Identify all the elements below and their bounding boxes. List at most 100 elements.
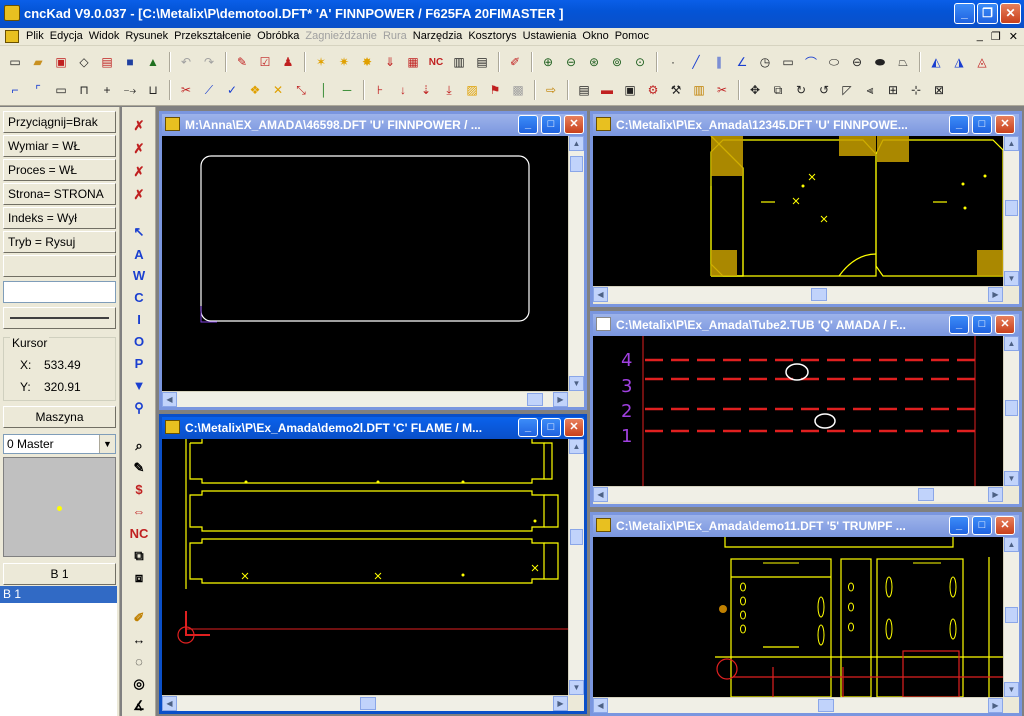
menu-okno[interactable]: Okno (582, 30, 614, 42)
scroll-thumb[interactable] (1005, 607, 1018, 623)
ellipse-icon[interactable]: ⬭ (823, 51, 845, 73)
sheet-button[interactable]: B 1 (3, 563, 116, 585)
layers-icon[interactable]: ▬ (596, 79, 618, 101)
nc-icon[interactable]: NC (425, 51, 447, 73)
zoom-out-icon[interactable]: ⊖ (560, 51, 582, 73)
auto-index-icon[interactable]: ⇓ (379, 51, 401, 73)
swap-icon[interactable]: ⇔ (128, 503, 150, 521)
nest-icon[interactable]: ▦ (402, 51, 424, 73)
zoom-all-icon[interactable]: ⊚ (606, 51, 628, 73)
scroll-thumb[interactable] (570, 529, 583, 545)
frame-icon[interactable]: ⊓ (73, 79, 95, 101)
machine-button[interactable]: Maszyna (3, 406, 116, 428)
child-minimize-button[interactable]: _ (949, 315, 969, 334)
report-icon[interactable]: ▥ (448, 51, 470, 73)
child-window-demo2l[interactable]: C:\Metalix\P\Ex_Amada\demo2l.DFT 'C' FLA… (159, 414, 587, 714)
print-icon[interactable]: ▲ (142, 51, 164, 73)
rotate-ccw-icon[interactable]: ↺ (813, 79, 835, 101)
move-icon[interactable]: ✥ (744, 79, 766, 101)
undo-icon[interactable]: ↶ (175, 51, 197, 73)
clock-icon[interactable]: ◷ (754, 51, 776, 73)
scroll-up-arrow[interactable]: ▲ (569, 136, 584, 151)
child-close-button[interactable]: ✕ (564, 418, 584, 437)
menu-edycja[interactable]: Edycja (50, 30, 89, 42)
mode-button[interactable]: Tryb = Rysuj (3, 231, 116, 253)
paste-tool-icon[interactable]: ⧈ (128, 569, 150, 587)
slot-icon[interactable]: ⬬ (869, 51, 891, 73)
drawing-canvas[interactable] (593, 136, 1003, 286)
vertical-line-icon[interactable]: │ (313, 79, 335, 101)
drawing-canvas[interactable] (593, 537, 1003, 697)
vertical-scrollbar[interactable]: ▲ ▼ (1003, 336, 1019, 486)
export-arrow-icon[interactable]: ⇨ (540, 79, 562, 101)
import-icon[interactable]: ◇ (73, 51, 95, 73)
mirror-axis-icon[interactable]: ⫷ (859, 79, 881, 101)
machine-select[interactable]: 0 Master ▼ (3, 434, 116, 454)
scroll-right-arrow[interactable]: ▶ (553, 696, 568, 711)
list-item[interactable]: B 1 (0, 586, 117, 603)
paint-icon[interactable]: ✐ (504, 51, 526, 73)
horizontal-scrollbar[interactable]: ◀ ▶ (593, 486, 1003, 502)
skew-icon[interactable]: ◸ (836, 79, 858, 101)
menu-ustawienia[interactable]: Ustawienia (523, 30, 583, 42)
pdf-icon[interactable]: ▣ (50, 51, 72, 73)
line-style-button[interactable] (3, 307, 116, 329)
tool-w[interactable]: W (128, 267, 150, 285)
chevron-down-icon[interactable]: ▼ (99, 435, 115, 453)
scroll-up-arrow[interactable]: ▲ (1004, 136, 1019, 151)
sheet-icon[interactable]: ▣ (619, 79, 641, 101)
child-maximize-button[interactable]: □ (972, 315, 992, 334)
child-window-46598[interactable]: M:\Anna\EX_AMADA\46598.DFT 'U' FINNPOWER… (159, 111, 587, 410)
zoom-window-icon[interactable]: ⊛ (583, 51, 605, 73)
stretch-icon[interactable]: ⤡ (290, 79, 312, 101)
menu-widok[interactable]: Widok (89, 30, 126, 42)
child-title-bar[interactable]: C:\Metalix\P\Ex_Amada\Tube2.TUB 'Q' AMAD… (593, 314, 1019, 336)
rotate-cw-icon[interactable]: ↻ (790, 79, 812, 101)
child-window-12345[interactable]: C:\Metalix\P\Ex_Amada\12345.DFT 'U' FINN… (590, 111, 1022, 307)
profile-icon[interactable]: ⊔ (142, 79, 164, 101)
menu-pomoc[interactable]: Pomoc (615, 30, 655, 42)
child-window-demo11[interactable]: C:\Metalix\P\Ex_Amada\demo11.DFT '5' TRU… (590, 512, 1022, 716)
scissors-icon[interactable]: ✂ (711, 79, 733, 101)
horizontal-scrollbar[interactable]: ◀ ▶ (162, 391, 568, 407)
group-icon[interactable]: ⊠ (928, 79, 950, 101)
menu-rysunek[interactable]: Rysunek (125, 30, 174, 42)
zoom-in-icon[interactable]: ⊕ (537, 51, 559, 73)
tooling-icon[interactable]: ⚙ (642, 79, 664, 101)
copy-tool-icon[interactable]: ⧉ (128, 547, 150, 565)
child-close-button[interactable]: ✕ (564, 115, 584, 134)
scroll-left-arrow[interactable]: ◀ (593, 487, 608, 502)
redo-icon[interactable]: ↷ (198, 51, 220, 73)
dimension-icon[interactable]: ⊦ (369, 79, 391, 101)
app-icon[interactable] (4, 5, 20, 21)
filter-settings-icon[interactable]: ⚲ (128, 399, 150, 417)
scroll-thumb[interactable] (1005, 400, 1018, 416)
scroll-left-arrow[interactable]: ◀ (162, 392, 177, 407)
text-fit-icon[interactable]: ⤓ (438, 79, 460, 101)
delete-selected-icon[interactable]: ✗ (128, 140, 150, 158)
scroll-down-arrow[interactable]: ▼ (1004, 471, 1019, 486)
trim-icon[interactable]: ✂ (175, 79, 197, 101)
child-minimize-button[interactable]: _ (518, 115, 538, 134)
close-button[interactable]: ✕ (1000, 3, 1021, 24)
horizontal-scrollbar[interactable]: ◀ ▶ (593, 286, 1003, 302)
chamfer-icon[interactable]: ⌜ (27, 79, 49, 101)
explode-icon[interactable]: ⊹ (905, 79, 927, 101)
scroll-thumb[interactable] (1005, 200, 1018, 216)
child-minimize-button[interactable]: _ (949, 115, 969, 134)
hatch-icon[interactable]: ▨ (461, 79, 483, 101)
child-close-button[interactable]: ✕ (995, 115, 1015, 134)
mdi-close-button[interactable]: ✕ (1009, 30, 1018, 43)
tube-canvas[interactable]: 4 3 2 1 (593, 336, 1003, 486)
edit-icon[interactable]: ✎ (128, 459, 150, 477)
tool-c[interactable]: C (128, 289, 150, 307)
delete-geometry-icon[interactable]: ✗ (128, 186, 150, 204)
menu-zagniezdzanie[interactable]: Zagnieżdżanie (305, 30, 383, 42)
tool-i[interactable]: I (128, 311, 150, 329)
child-maximize-button[interactable]: □ (541, 115, 561, 134)
snap-button[interactable]: Przyciągnij=Brak (3, 111, 116, 133)
hammer-icon[interactable]: ⚒ (665, 79, 687, 101)
child-minimize-button[interactable]: _ (518, 418, 538, 437)
mdi-child-icon[interactable] (5, 30, 19, 43)
vertical-scrollbar[interactable]: ▲ ▼ (1003, 136, 1019, 286)
